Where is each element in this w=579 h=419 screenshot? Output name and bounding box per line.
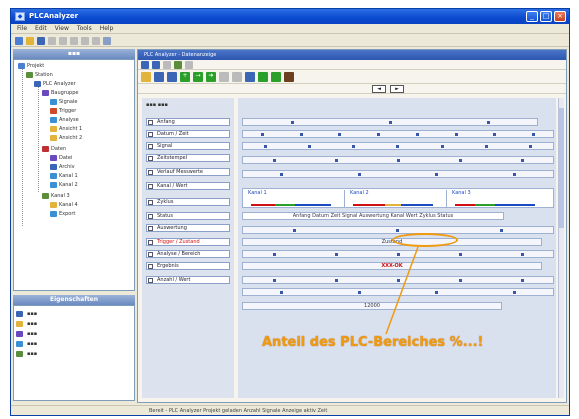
pointer-line <box>385 246 419 335</box>
annotation-pointer <box>385 246 419 335</box>
annotation-callout: Anteil des PLC-Bereiches %...! <box>262 335 484 350</box>
